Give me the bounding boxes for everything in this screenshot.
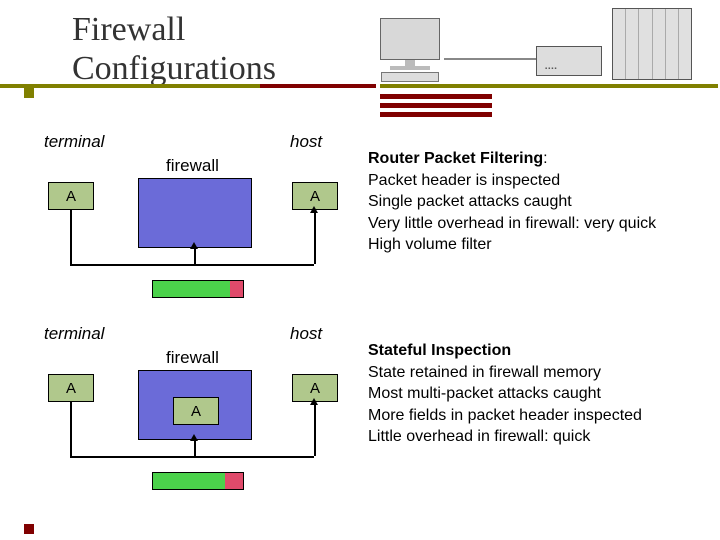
heading: Router Packet Filtering (368, 150, 543, 167)
firewall-inner-node: A (173, 397, 219, 425)
line: Packet header is inspected (368, 172, 560, 189)
label-host: host (290, 324, 322, 344)
label-terminal: terminal (44, 324, 104, 344)
arrow-up-icon (310, 206, 318, 213)
bullet-icon (24, 88, 34, 98)
rule-stack (380, 94, 492, 121)
rule-left (0, 84, 260, 88)
load-bar (152, 472, 244, 490)
line: Most multi-packet attacks caught (368, 385, 601, 402)
terminal-node: A (48, 374, 94, 402)
bullet-icon (24, 524, 34, 534)
rack-icon (612, 8, 692, 80)
line: State retained in firewall memory (368, 364, 601, 381)
heading: Stateful Inspection (368, 342, 511, 359)
desc-router-filter: Router Packet Filtering: Packet header i… (368, 148, 656, 256)
desc-stateful: Stateful Inspection State retained in fi… (368, 340, 642, 448)
computer-icon (376, 18, 444, 80)
load-bar (152, 280, 244, 298)
server-icon: ▪▪▪▪ (536, 46, 602, 76)
line: Very little overhead in firewall: very q… (368, 215, 656, 232)
arrow-up-icon (190, 242, 198, 249)
label-firewall: firewall (166, 348, 219, 368)
cable-icon (444, 58, 536, 60)
label-host: host (290, 132, 322, 152)
firewall-box (138, 178, 252, 248)
rule-mid (260, 84, 376, 88)
label-terminal: terminal (44, 132, 104, 152)
line: Little overhead in firewall: quick (368, 428, 590, 445)
arrow-up-icon (310, 398, 318, 405)
line: More fields in packet header inspected (368, 407, 642, 424)
arrow-up-icon (190, 434, 198, 441)
label-firewall: firewall (166, 156, 219, 176)
rule-right (380, 84, 718, 88)
line: Single packet attacks caught (368, 193, 572, 210)
line: High volume filter (368, 236, 492, 253)
firewall-box: A (138, 370, 252, 440)
terminal-node: A (48, 182, 94, 210)
